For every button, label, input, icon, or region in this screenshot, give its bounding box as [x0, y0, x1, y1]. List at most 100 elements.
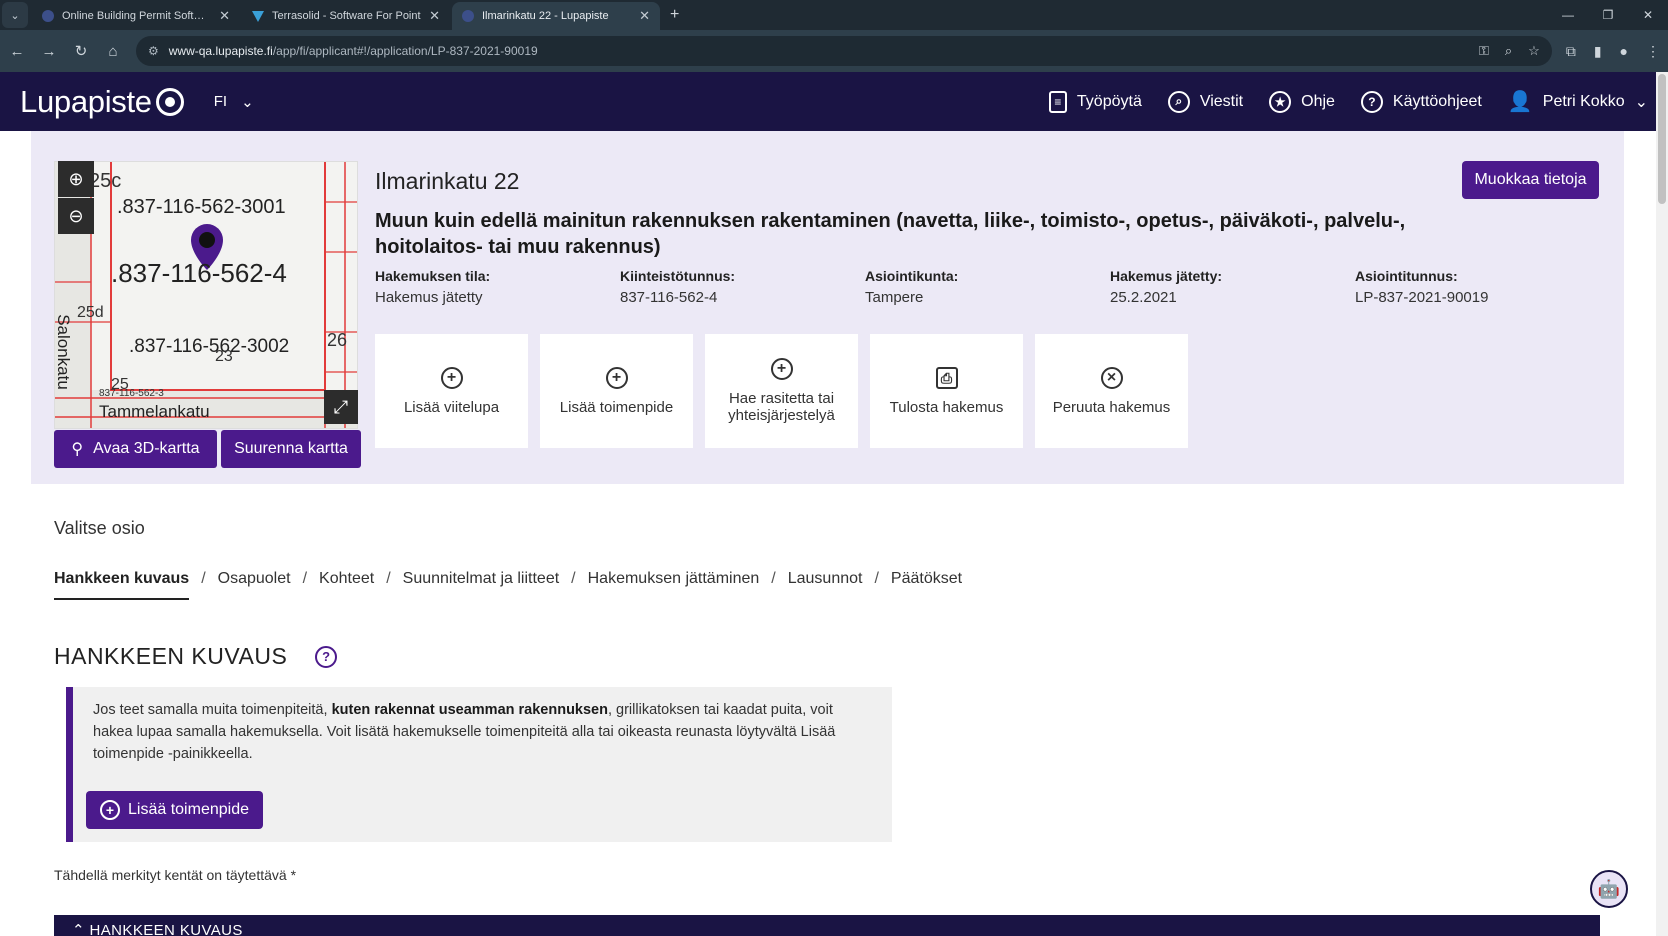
cancel-application-button[interactable]: × Peruuta hakemus — [1035, 334, 1188, 448]
separator: / — [302, 570, 308, 587]
zoom-out-icon: ⊖ — [68, 205, 84, 226]
enlarge-map-button[interactable]: Suurenna kartta — [221, 430, 361, 468]
search-easement-button[interactable]: + Hae rasitetta tai yhteisjärjestelyä — [705, 334, 858, 448]
nav-tyopoyta[interactable]: ≡ Työpöytä — [1048, 90, 1142, 113]
url-domain: www-qa.lupapiste.fi — [168, 44, 273, 58]
section-heading: HANKKEEN KUVAUS ? — [54, 643, 338, 670]
tab-title: Terrasolid - Software For Point — [272, 10, 421, 22]
lupapiste-favicon-icon — [42, 10, 54, 22]
map-label: 837-116-562-3 — [99, 388, 164, 399]
nav-label: Viestit — [1199, 92, 1244, 110]
property-map[interactable]: 25c .837-116-562-3001 .837-116-562-4 25d… — [54, 161, 358, 429]
zoom-in-button[interactable]: ⊕ — [58, 161, 94, 197]
close-tab-icon[interactable]: ✕ — [429, 8, 440, 24]
nav-kayttoohjeet[interactable]: ? Käyttöohjeet — [1360, 90, 1482, 113]
bookmark-star-icon[interactable]: ☆ — [1528, 43, 1540, 59]
open-3d-map-button[interactable]: ⚲ Avaa 3D-kartta — [54, 430, 217, 468]
add-operation-inline-button[interactable]: + Lisää toimenpide — [86, 791, 263, 829]
street-label: Tammelankatu — [99, 402, 210, 421]
restore-icon[interactable]: ❐ — [1588, 0, 1628, 30]
close-tab-icon[interactable]: ✕ — [639, 8, 650, 24]
zoom-in-icon: ⊕ — [68, 168, 84, 189]
accordion-header[interactable]: ⌃ HANKKEEN KUVAUS — [54, 915, 1600, 936]
lupapiste-logo[interactable]: Lupapiste — [20, 84, 184, 120]
field-label: Hakemuksen tila: — [375, 268, 491, 284]
add-operation-button[interactable]: + Lisää toimenpide — [540, 334, 693, 448]
page-scrollbar[interactable] — [1656, 72, 1668, 936]
plus-circle-icon: + — [605, 366, 628, 389]
tab-suunnitelmat[interactable]: Suunnitelmat ja liitteet — [403, 570, 560, 588]
tab-lausunnot[interactable]: Lausunnot — [788, 570, 863, 588]
map-label: .837-116-562-4 — [111, 258, 287, 288]
print-application-button[interactable]: ⎙ Tulosta hakemus — [870, 334, 1023, 448]
fullscreen-map-button[interactable]: ⤢ — [324, 390, 358, 424]
nav-label: Käyttöohjeet — [1392, 92, 1482, 110]
tab-hakemuksen-jattaminen[interactable]: Hakemuksen jättäminen — [588, 570, 760, 588]
password-key-icon[interactable]: ⚿ — [1479, 43, 1489, 59]
forward-icon[interactable]: → — [40, 43, 58, 60]
new-tab-icon[interactable]: + — [670, 6, 679, 24]
field-value: 25.2.2021 — [1110, 289, 1177, 306]
nav-viestit[interactable]: ⌕ Viestit — [1167, 90, 1244, 113]
scrollbar-thumb[interactable] — [1658, 74, 1666, 204]
plus-circle-icon: + — [440, 366, 463, 389]
map-label: 23 — [215, 348, 233, 365]
minimize-icon[interactable]: — — [1548, 0, 1588, 30]
zoom-icon[interactable]: ⌕ — [1505, 43, 1512, 59]
user-icon: 👤 — [1507, 91, 1533, 113]
add-reference-permit-button[interactable]: + Lisää viitelupa — [375, 334, 528, 448]
field-value: Hakemus jätetty — [375, 289, 483, 306]
button-label: Avaa 3D-kartta — [93, 440, 200, 457]
tab-hankkeen-kuvaus[interactable]: Hankkeen kuvaus — [54, 570, 190, 600]
edit-info-button[interactable]: Muokkaa tietoja — [1462, 161, 1599, 199]
question-icon: ? — [1360, 90, 1383, 113]
profile-avatar[interactable]: ● — [1620, 43, 1628, 60]
tab-paatokset[interactable]: Päätökset — [891, 570, 962, 588]
tab-kohteet[interactable]: Kohteet — [319, 570, 374, 588]
document-icon: ≡ — [1048, 90, 1067, 113]
nav-ohje[interactable]: ★ Ohje — [1269, 90, 1335, 113]
application-fields: Hakemuksen tila: Hakemus jätetty Kiintei… — [375, 268, 1600, 306]
field-label: Hakemus jätetty: — [1110, 268, 1223, 284]
sidebar-icon[interactable]: ▮ — [1594, 43, 1602, 60]
field-status: Hakemuksen tila: Hakemus jätetty — [375, 268, 620, 306]
user-menu[interactable]: 👤 Petri Kokko ⌄ — [1508, 89, 1648, 114]
browser-tab-3[interactable]: Ilmarinkatu 22 - Lupapiste ✕ — [452, 2, 660, 30]
action-label: Hae rasitetta tai yhteisjärjestelyä — [728, 390, 835, 424]
browser-tab-2[interactable]: Terrasolid - Software For Point ✕ — [242, 2, 450, 30]
chat-icon: ⌕ — [1167, 90, 1190, 113]
home-icon[interactable]: ⌂ — [104, 43, 122, 60]
heading-text: HANKKEEN KUVAUS — [54, 643, 288, 669]
tab-osapuolet[interactable]: Osapuolet — [218, 570, 291, 588]
browser-menu-icon[interactable]: ⋮ — [1646, 43, 1660, 60]
close-window-icon[interactable]: ✕ — [1628, 0, 1668, 30]
operation-title: Muun kuin edellä mainitun rakennuksen ra… — [375, 210, 1406, 258]
extensions-icon[interactable]: ⧉ — [1566, 43, 1576, 60]
close-tab-icon[interactable]: ✕ — [219, 8, 230, 24]
reload-icon[interactable]: ↻ — [72, 42, 90, 60]
help-icon[interactable]: ? — [315, 645, 338, 668]
tab-search-icon[interactable]: ⌄ — [2, 2, 28, 28]
nav-label: Ohje — [1301, 92, 1335, 110]
terrasolid-favicon-icon — [252, 10, 264, 22]
map-label: 25d — [77, 304, 104, 321]
language-code: FI — [213, 93, 228, 110]
url-bar[interactable]: ⚙ www-qa.lupapiste.fi/app/fi/applicant#!… — [136, 36, 1552, 66]
app-header: Lupapiste FI ⌄ ≡ Työpöytä ⌕ Viestit ★ Oh… — [0, 72, 1668, 131]
browser-tab-1[interactable]: Online Building Permit Softwar ✕ — [32, 2, 240, 30]
button-label: Lisää toimenpide — [128, 801, 249, 818]
action-label: Lisää toimenpide — [559, 398, 674, 416]
language-selector[interactable]: FI ⌄ — [214, 93, 254, 111]
window-controls: — ❐ ✕ — [1548, 0, 1668, 30]
nav-label: Työpöytä — [1076, 92, 1142, 110]
logo-ring-icon — [155, 87, 184, 116]
separator: / — [771, 570, 776, 587]
plus-circle-icon: + — [770, 358, 793, 380]
info-text-pre: Jos teet samalla muita toimenpiteitä, — [93, 702, 332, 718]
chatbot-icon[interactable]: 🤖 — [1590, 870, 1628, 908]
site-info-icon[interactable]: ⚙ — [148, 44, 159, 58]
browser-tabbar: ⌄ Online Building Permit Softwar ✕ Terra… — [0, 0, 1668, 30]
street-label: Salonkatu — [54, 314, 73, 390]
zoom-out-button[interactable]: ⊖ — [58, 198, 94, 234]
back-icon[interactable]: ← — [8, 43, 26, 60]
